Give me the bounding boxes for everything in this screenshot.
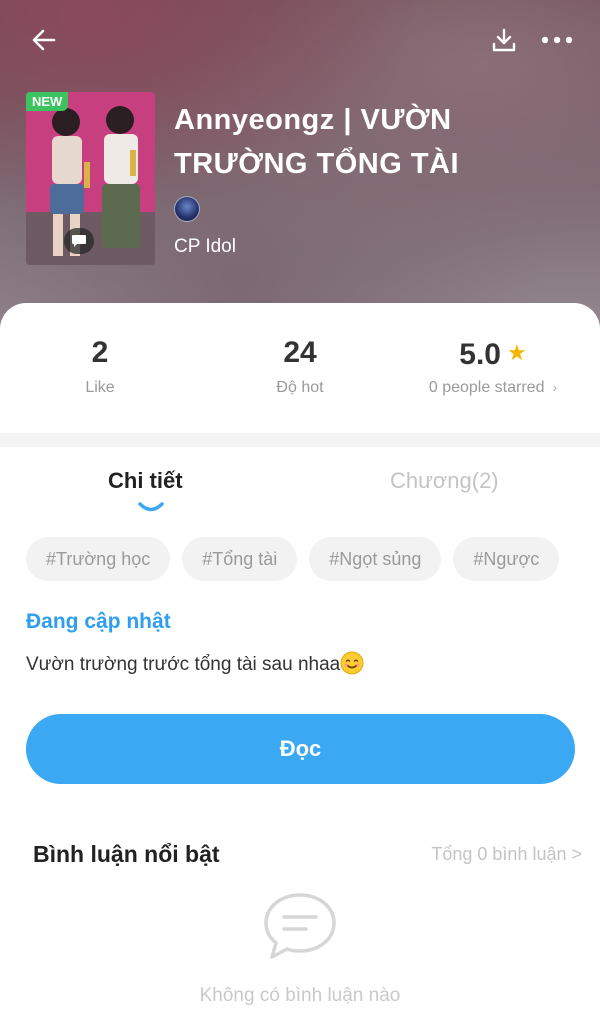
hot-stat: 24 Độ hot (200, 333, 400, 397)
rating-label-row: 0 people starred › (393, 379, 593, 397)
story-title: Annyeongz | VƯỜN TRƯỜNG TỔNG TÀI (174, 98, 574, 186)
description-text: Vườn trường trước tổng tài sau nhaa (26, 654, 341, 675)
author-avatar[interactable] (174, 196, 200, 222)
hot-count: 24 (283, 336, 317, 369)
stats-row: 2 Like 24 Độ hot 5.0 ★ 0 people starred › (0, 303, 600, 433)
story-cover[interactable]: NEW (26, 92, 155, 265)
smile-emoji-icon (340, 651, 364, 675)
star-icon: ★ (506, 340, 527, 365)
back-button[interactable] (24, 22, 64, 58)
story-category[interactable]: CP Idol (174, 236, 236, 258)
more-options-button[interactable] (532, 22, 582, 58)
download-button[interactable] (484, 22, 524, 58)
read-button[interactable]: Đọc (26, 714, 575, 784)
new-badge: NEW (26, 92, 69, 111)
tag-item[interactable]: #Ngược (453, 537, 560, 581)
tag-item[interactable]: #Tổng tài (182, 537, 298, 581)
like-count: 2 (91, 336, 109, 369)
like-stat: 2 Like (0, 333, 200, 397)
featured-comments-title: Bình luận nổi bật (33, 841, 220, 867)
story-header: NEW Annyeongz | VƯỜN TRƯỜNG TỔNG TÀI CP … (0, 0, 600, 330)
back-arrow-icon (32, 29, 56, 51)
story-detail-card: 2 Like 24 Độ hot 5.0 ★ 0 people starred › … (0, 303, 600, 1025)
like-label: Like (85, 379, 115, 396)
section-divider (0, 433, 600, 447)
download-icon (492, 28, 516, 52)
rating-value: 5.0 (459, 338, 501, 371)
tag-item[interactable]: #Ngọt sủng (309, 537, 442, 581)
story-title-line-2: TRƯỜNG TỔNG TÀI (174, 148, 460, 180)
update-status: Đang cập nhật (26, 610, 171, 633)
empty-comments-icon (264, 893, 336, 959)
story-title-line-1: Annyeongz | VƯỜN (174, 104, 452, 136)
hot-label: Độ hot (276, 379, 324, 396)
rating-stat[interactable]: 5.0 ★ 0 people starred › (393, 333, 593, 397)
more-icon (541, 36, 573, 44)
empty-comments-text: Không có bình luận nào (199, 985, 401, 1006)
cover-comment-badge (64, 228, 94, 254)
story-description: Vườn trường trước tổng tài sau nhaa (26, 651, 364, 676)
tag-item[interactable]: #Trường học (26, 537, 171, 581)
rating-label: 0 people starred (428, 379, 545, 396)
tab-chapters[interactable]: Chương(2) (390, 468, 499, 494)
tab-detail[interactable]: Chi tiết (108, 468, 183, 494)
rating-value-row: 5.0 ★ (393, 333, 593, 373)
chevron-right-icon: › (552, 379, 558, 395)
comment-icon (72, 235, 86, 247)
tag-list: #Trường học #Tổng tài #Ngọt sủng #Ngược (26, 537, 575, 583)
tab-active-indicator (138, 502, 164, 512)
comments-total-link[interactable]: Tổng 0 bình luận > (431, 844, 582, 865)
